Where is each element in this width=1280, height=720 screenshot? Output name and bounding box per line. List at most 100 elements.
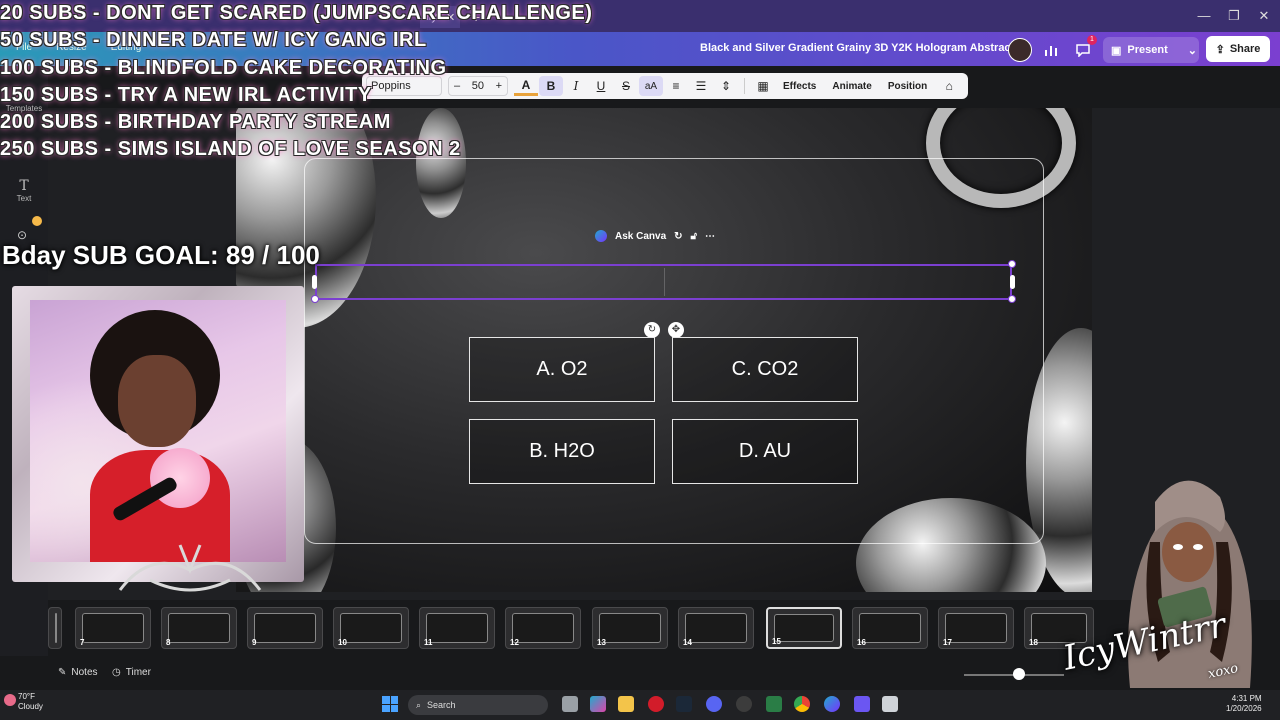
sub-goal-line: 150 SUBS - TRY A NEW IRL ACTIVITY [0, 84, 372, 106]
decrease-size-button[interactable]: – [454, 80, 460, 92]
resize-handle[interactable] [1008, 295, 1016, 303]
page-thumbnail[interactable]: 11 [419, 607, 495, 649]
bold-button[interactable]: B [539, 76, 563, 96]
more-icon[interactable]: ⋯ [705, 231, 715, 242]
page-number: 12 [510, 638, 519, 647]
premium-badge-icon [32, 216, 42, 226]
side-handle[interactable] [1010, 275, 1015, 289]
file-explorer-icon[interactable] [618, 696, 634, 712]
taskbar-search[interactable]: ⌕ Search [408, 695, 548, 715]
canva-icon[interactable] [824, 696, 840, 712]
align-center-icon[interactable]: ≡ [664, 76, 688, 96]
answer-box-c[interactable]: C. CO2 [672, 337, 858, 402]
effects-button[interactable]: Effects [783, 81, 816, 92]
chevron-down-icon[interactable]: ⌄ [1188, 44, 1197, 57]
page-thumbnail[interactable]: 14 [678, 607, 754, 649]
app-grid-icon[interactable] [854, 696, 870, 712]
underline-button[interactable]: U [589, 76, 613, 96]
page-thumbnail[interactable]: 13 [592, 607, 668, 649]
timer-label: Timer [125, 667, 151, 678]
chrome-icon[interactable] [794, 696, 810, 712]
snipping-tool-icon[interactable] [882, 696, 898, 712]
maximize-icon[interactable]: ❐ [1226, 8, 1242, 24]
avatar[interactable] [1008, 38, 1032, 62]
move-icon[interactable]: ✥ [668, 322, 684, 338]
windows-start-icon[interactable] [382, 696, 398, 712]
copilot-icon[interactable] [590, 696, 606, 712]
windows-taskbar [0, 690, 1280, 720]
sidebar-item-text[interactable]: T Text [0, 178, 48, 203]
page-thumbnail[interactable]: 16 [852, 607, 928, 649]
present-button[interactable]: ▣ Present ⌄ [1103, 37, 1199, 63]
page-thumbnail[interactable]: 12 [505, 607, 581, 649]
sub-goal-line: 50 SUBS - DINNER DATE W/ ICY GANG IRL [0, 29, 427, 51]
clock-date: 1/20/2026 [1226, 704, 1262, 713]
page-thumbnail[interactable]: 7 [75, 607, 151, 649]
sidebar-item-label: Text [16, 194, 32, 203]
share-button[interactable]: ⇪ Share [1206, 36, 1270, 62]
sub-goal-line: 100 SUBS - BLINDFOLD CAKE DECORATING [0, 57, 447, 79]
minimize-icon[interactable]: — [1196, 8, 1212, 24]
list-icon[interactable]: ☰ [689, 76, 713, 96]
transparency-icon[interactable]: ▦ [751, 76, 775, 96]
close-window-icon[interactable]: ✕ [1256, 8, 1272, 24]
page-thumbnail-active[interactable]: 15 [766, 607, 842, 649]
ask-canva-icon [595, 230, 607, 242]
notes-button[interactable]: ✎ Notes [58, 667, 98, 678]
sub-goal-line: 20 SUBS - DONT GET SCARED (JUMPSCARE CHA… [0, 2, 593, 24]
strikethrough-button[interactable]: S [614, 76, 638, 96]
xbox-icon[interactable] [766, 696, 782, 712]
font-size-value[interactable]: 50 [472, 80, 484, 92]
text-cursor [664, 268, 665, 296]
weather-widget[interactable]: 70°F Cloudy [18, 692, 43, 712]
obs-icon[interactable] [736, 696, 752, 712]
bday-sub-goal: Bday SUB GOAL: 89 / 100 [2, 240, 320, 270]
task-view-icon[interactable] [562, 696, 578, 712]
page-number: 18 [1029, 638, 1038, 647]
italic-button[interactable]: I [564, 76, 588, 96]
rotate-icon[interactable]: ↻ [644, 322, 660, 338]
opera-icon[interactable] [648, 696, 664, 712]
page-thumbnail[interactable]: 17 [938, 607, 1014, 649]
discord-icon[interactable] [706, 696, 722, 712]
font-size-stepper[interactable]: – 50 + [448, 76, 508, 96]
ask-canva-button[interactable]: Ask Canva [615, 231, 666, 242]
page-number: 13 [597, 638, 606, 647]
text-icon: T [19, 178, 29, 194]
page-thumbnail[interactable]: 8 [161, 607, 237, 649]
side-handle[interactable] [312, 275, 317, 289]
resize-handle[interactable] [311, 295, 319, 303]
animate-button[interactable]: Animate [832, 81, 871, 92]
notes-label: Notes [71, 667, 98, 678]
answer-box-a[interactable]: A. O2 [469, 337, 655, 402]
timer-button[interactable]: ◷ Timer [112, 667, 151, 678]
paint-format-icon[interactable]: ⌂ [937, 76, 961, 96]
webcam-video [30, 300, 286, 562]
spacing-icon[interactable]: ⇕ [714, 76, 738, 96]
system-clock[interactable]: 4:31 PM 1/20/2026 [1226, 694, 1262, 714]
page-number: 15 [772, 637, 781, 646]
answer-box-b[interactable]: B. H2O [469, 419, 655, 484]
sub-goal-line: 200 SUBS - BIRTHDAY PARTY STREAM [0, 111, 391, 133]
weather-condition: Cloudy [18, 702, 43, 711]
steam-icon[interactable] [676, 696, 692, 712]
case-button[interactable]: aA [639, 76, 663, 96]
clock-time: 4:31 PM [1231, 694, 1262, 703]
analytics-icon[interactable] [1038, 38, 1064, 62]
document-title[interactable]: Black and Silver Gradient Grainy 3D Y2K … [700, 42, 1023, 54]
text-color-button[interactable]: A [514, 76, 538, 96]
resize-handle[interactable] [1008, 260, 1016, 268]
lock-icon[interactable]: 🔓︎ [691, 231, 697, 242]
page-thumbnail[interactable]: 10 [333, 607, 409, 649]
position-button[interactable]: Position [888, 81, 927, 92]
page-number: 17 [943, 638, 952, 647]
page-thumbnail[interactable]: 9 [247, 607, 323, 649]
zoom-slider-handle[interactable] [1013, 668, 1025, 680]
notes-icon: ✎ [58, 667, 67, 678]
page-thumbnail[interactable] [48, 607, 62, 649]
increase-size-button[interactable]: + [496, 80, 502, 92]
answer-box-d[interactable]: D. AU [672, 419, 858, 484]
refresh-icon[interactable]: ↻ [674, 231, 682, 242]
frame-ornament-icon [118, 544, 262, 592]
page-number: 10 [338, 638, 347, 647]
